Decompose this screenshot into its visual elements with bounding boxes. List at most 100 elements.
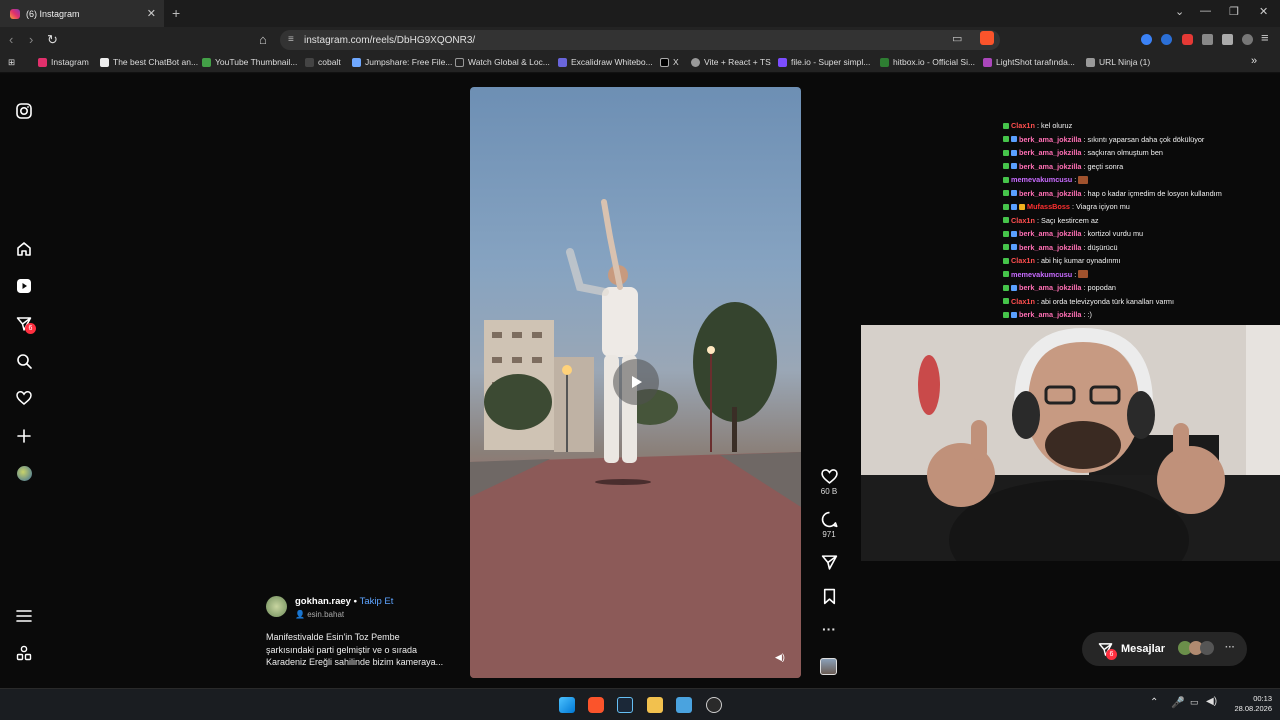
bookmarks-bar: ⊞ Instagram The best ChatBot an... YouTu… xyxy=(0,53,1280,73)
menu-icon[interactable]: ≡ xyxy=(1261,30,1269,45)
chat-line: Clax1n: abi orda televizyonda türk kanal… xyxy=(1003,295,1278,309)
bookmark-youtube-thumbnail[interactable]: YouTube Thumbnail... xyxy=(202,57,297,67)
share-action[interactable] xyxy=(812,554,846,573)
browser-tab[interactable]: (6) Instagram ✕ xyxy=(0,0,164,27)
notifications-heart-icon[interactable] xyxy=(15,389,33,407)
cast-icon[interactable]: ▭ xyxy=(952,32,962,45)
sidebar-icon[interactable] xyxy=(1222,34,1233,45)
bookmark-file-io[interactable]: file.io - Super simpl... xyxy=(778,57,870,67)
post-caption[interactable]: Manifestivalde Esin'in Toz Pembe şarkısı… xyxy=(266,631,443,669)
comment-action[interactable]: 971 xyxy=(812,511,846,539)
extension-icon-2[interactable] xyxy=(1161,34,1172,45)
start-menu-icon[interactable] xyxy=(559,697,575,713)
collaborator-icon: 👤 xyxy=(295,610,305,619)
thumbs-up-right xyxy=(1157,446,1225,514)
network-icon[interactable]: ▭ xyxy=(1190,697,1199,708)
photos-app-icon[interactable] xyxy=(676,697,692,713)
new-tab-button[interactable]: + xyxy=(172,5,180,21)
minimize-icon[interactable]: — xyxy=(1200,5,1211,17)
more-options-icon[interactable]: ··· xyxy=(812,621,846,637)
bookmark-hitbox[interactable]: hitbox.io - Official Si... xyxy=(880,57,975,67)
conversation-avatar-3 xyxy=(1200,641,1214,655)
share-icon[interactable] xyxy=(821,554,838,571)
webcam-frame xyxy=(861,325,1280,561)
search-icon[interactable] xyxy=(15,352,33,370)
collaborator-name[interactable]: esin.bahat xyxy=(307,610,344,619)
bookmark-vite-react[interactable]: Vite + React + TS xyxy=(691,57,771,67)
also-from-meta-icon[interactable] xyxy=(15,644,33,662)
mute-icon[interactable]: ◀) xyxy=(775,652,785,663)
tree-right xyxy=(693,302,777,422)
home-icon[interactable] xyxy=(15,240,33,258)
extension-icon-3[interactable] xyxy=(1182,34,1193,45)
like-action[interactable]: 60 B xyxy=(812,468,846,496)
palm-tree xyxy=(484,374,552,430)
tab-search-icon[interactable]: ⌄ xyxy=(1175,5,1184,18)
bookmark-url-ninja[interactable]: URL Ninja (1) xyxy=(1086,57,1150,67)
close-window-icon[interactable]: ✕ xyxy=(1259,5,1268,18)
follow-button[interactable]: Takip Et xyxy=(360,596,394,607)
forward-icon[interactable]: › xyxy=(29,32,33,47)
bookmark-watch-global[interactable]: Watch Global & Loc... xyxy=(455,57,550,67)
close-tab-icon[interactable]: ✕ xyxy=(147,7,156,20)
chat-line: berk_ama_jokzilla: kortizol vurdu mu xyxy=(1003,227,1278,241)
obs-studio-icon[interactable] xyxy=(706,697,722,713)
reload-icon[interactable]: ↻ xyxy=(47,32,58,48)
tab-title: (6) Instagram xyxy=(26,8,80,19)
clock[interactable]: 00:13 28.08.2026 xyxy=(1228,694,1272,714)
comment-count: 971 xyxy=(822,530,836,539)
apps-grid-icon[interactable]: ⊞ xyxy=(8,57,15,68)
url-text: instagram.com/reels/DbHG9XQONR3/ xyxy=(304,34,476,46)
more-bookmarks-icon[interactable]: » xyxy=(1251,55,1257,67)
reels-icon[interactable] xyxy=(15,277,33,295)
extensions-icon[interactable] xyxy=(1202,34,1213,45)
bookmark-instagram[interactable]: Instagram xyxy=(38,57,89,67)
direct-messages-icon[interactable]: 6 xyxy=(15,315,36,334)
bookmark-excalidraw[interactable]: Excalidraw Whitebo... xyxy=(558,57,653,67)
steam-icon[interactable] xyxy=(617,697,633,713)
notification-badge: 6 xyxy=(25,323,36,334)
play-button[interactable] xyxy=(613,359,659,405)
like-heart-icon[interactable] xyxy=(820,468,838,485)
bookmark-jumpshare[interactable]: Jumpshare: Free File... xyxy=(352,57,452,67)
url-field[interactable]: ≡ instagram.com/reels/DbHG9XQONR3/ xyxy=(280,30,1000,50)
emote-icon xyxy=(1078,175,1089,184)
stream-chat-overlay: Clax1n: kel oluruz berk_ama_jokzilla: sı… xyxy=(1003,119,1278,322)
bookmark-page-icon[interactable]: ⌂ xyxy=(259,32,267,47)
audio-thumbnail[interactable] xyxy=(820,658,837,675)
more-menu-icon[interactable] xyxy=(15,607,33,625)
brave-shield-icon[interactable] xyxy=(980,31,994,45)
chat-line: Clax1n: kel oluruz xyxy=(1003,119,1278,133)
instagram-logo-icon[interactable] xyxy=(15,102,33,120)
bookmark-save-icon[interactable] xyxy=(821,588,838,605)
bookmark-chatbot[interactable]: The best ChatBot an... xyxy=(100,57,198,67)
comment-icon[interactable] xyxy=(821,511,838,528)
messages-label: Mesajlar xyxy=(1121,643,1166,655)
wall-decoration xyxy=(918,355,940,415)
chat-line: MufassBoss: Viagra içiyon mu xyxy=(1003,200,1278,214)
site-info-icon[interactable]: ≡ xyxy=(288,34,294,45)
bookmark-x[interactable]: X xyxy=(660,57,679,67)
profile-avatar[interactable] xyxy=(15,464,33,482)
messages-badge: 6 xyxy=(1106,649,1117,660)
clock-date: 28.08.2026 xyxy=(1234,704,1272,713)
chat-line: Clax1n: abi hiç kumar oynadınmı xyxy=(1003,254,1278,268)
bookmark-lightshot[interactable]: LightShot tarafında... xyxy=(983,57,1075,67)
create-plus-icon[interactable] xyxy=(15,427,33,445)
file-explorer-icon[interactable] xyxy=(647,697,663,713)
volume-icon[interactable]: ◀) xyxy=(1206,696,1217,707)
poster-avatar[interactable] xyxy=(266,596,287,617)
brave-browser-icon[interactable] xyxy=(588,697,604,713)
messages-button[interactable]: 6 Mesajlar ··· xyxy=(1082,632,1247,666)
poster-username[interactable]: gokhan.raey xyxy=(295,596,351,607)
extension-icon-1[interactable] xyxy=(1141,34,1152,45)
bookmark-cobalt[interactable]: cobalt xyxy=(305,57,341,67)
clock-time: 00:13 xyxy=(1253,694,1272,703)
back-icon[interactable]: ‹ xyxy=(9,32,13,47)
vpn-icon[interactable] xyxy=(1242,34,1253,45)
save-action[interactable] xyxy=(812,588,846,607)
show-hidden-icons-icon[interactable]: ⌃ xyxy=(1150,697,1158,708)
maximize-icon[interactable]: ❐ xyxy=(1229,5,1239,18)
microphone-icon[interactable]: 🎤 xyxy=(1171,696,1185,709)
reel-video[interactable]: ◀) xyxy=(470,87,801,678)
